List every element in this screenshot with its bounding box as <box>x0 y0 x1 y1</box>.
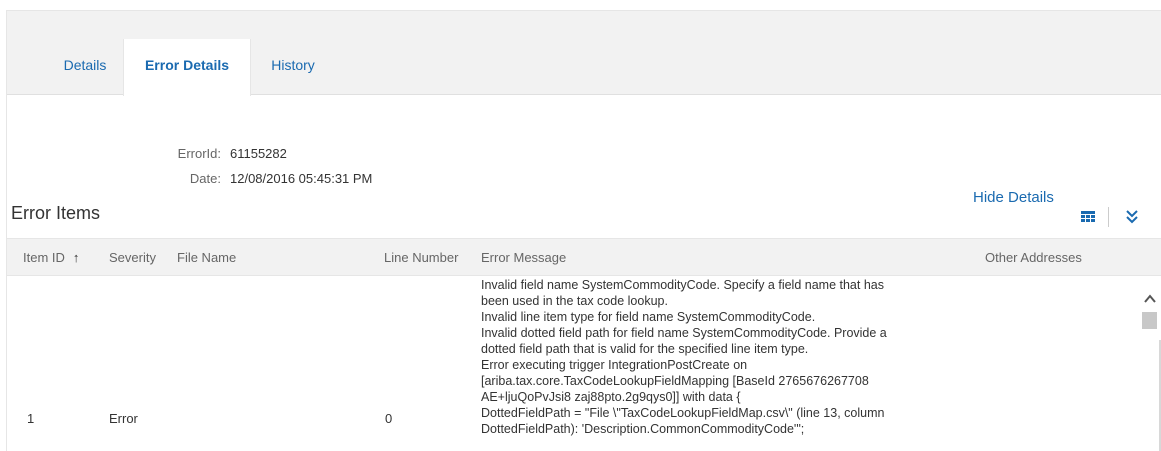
column-header-item-id-label: Item ID <box>23 250 65 265</box>
error-details-panel: Details Error Details History ErrorId: 6… <box>6 10 1161 451</box>
date-value: 12/08/2016 05:45:31 PM <box>230 171 373 186</box>
error-message-line: DottedFieldPath = "File \"TaxCodeLookupF… <box>481 406 885 420</box>
error-message-line: Invalid field name SystemCommodityCode. … <box>481 278 884 292</box>
tab-error-details[interactable]: Error Details <box>123 39 251 96</box>
error-id-value: 61155282 <box>230 146 287 161</box>
column-header-error-message[interactable]: Error Message <box>481 239 566 277</box>
scroll-up-arrow-icon[interactable] <box>1143 293 1157 305</box>
cell-severity: Error <box>109 411 138 426</box>
tab-bar: Details Error Details History <box>7 11 1161 96</box>
column-header-severity[interactable]: Severity <box>109 239 156 277</box>
error-message-line: DottedFieldPath): 'Description.CommonCom… <box>481 422 805 436</box>
error-message-line: [ariba.tax.core.TaxCodeLookupFieldMappin… <box>481 374 869 388</box>
hide-details-link[interactable]: Hide Details <box>973 189 1054 206</box>
error-message-line: Invalid line item type for field name Sy… <box>481 310 816 324</box>
cell-item-id: 1 <box>27 411 35 426</box>
error-id-label: ErrorId: <box>177 146 221 161</box>
tab-history[interactable]: History <box>259 39 327 95</box>
error-message-line: AE+ljuQoPvJsi8 zaj88pto.2g9qys0]] with d… <box>481 390 741 404</box>
error-message-line: dotted field path that is valid for the … <box>481 342 809 356</box>
table-grid-icon[interactable] <box>1081 211 1095 223</box>
column-header-file-name[interactable]: File Name <box>177 239 236 277</box>
column-header-other-addresses[interactable]: Other Addresses <box>985 239 1082 277</box>
table-header: Item ID ↑ Severity File Name Line Number … <box>7 238 1161 276</box>
error-message-line: been used in the tax code lookup. <box>481 294 668 308</box>
column-header-line-number[interactable]: Line Number <box>384 239 458 277</box>
tab-details[interactable]: Details <box>55 39 115 95</box>
date-label: Date: <box>189 171 221 186</box>
scrollbar-thumb[interactable] <box>1142 312 1157 329</box>
cell-line-number: 0 <box>385 411 393 426</box>
error-items-title: Error Items <box>11 203 101 223</box>
sort-ascending-icon: ↑ <box>72 250 80 265</box>
cell-error-message: Invalid field name SystemCommodityCode. … <box>481 277 957 437</box>
error-message-line: Invalid dotted field path for field name… <box>481 326 887 340</box>
error-message-line: Error executing trigger IntegrationPostC… <box>481 358 748 372</box>
column-header-item-id[interactable]: Item ID ↑ <box>23 239 79 277</box>
double-chevron-down-icon[interactable] <box>1125 208 1139 224</box>
toolbar-divider <box>1108 207 1109 227</box>
